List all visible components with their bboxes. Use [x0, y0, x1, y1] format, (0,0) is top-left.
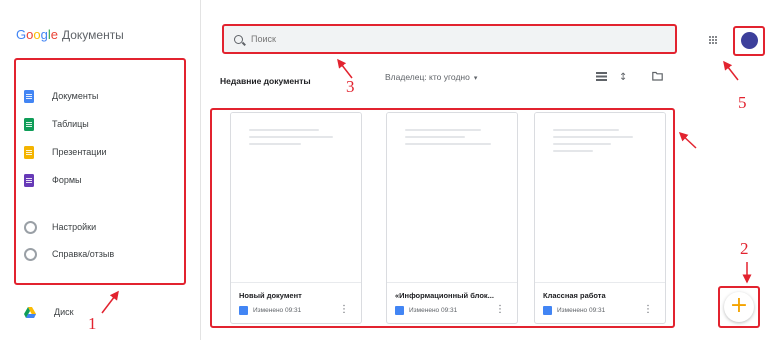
logo-letter: e [50, 27, 58, 42]
documents-grid-highlight-frame [210, 108, 675, 328]
sidebar-item-label: Диск [54, 307, 74, 317]
avatar[interactable] [741, 32, 758, 49]
logo-letter: o [33, 27, 41, 42]
section-title: Недавние документы [220, 76, 311, 86]
list-view-icon[interactable] [596, 71, 607, 81]
fab-highlight-frame: + [718, 286, 760, 328]
owner-filter-label: Владелец: кто угодно [385, 72, 470, 82]
plus-icon: + [729, 293, 749, 318]
annotation-label-search: 3 [346, 77, 355, 96]
annotation-label-fab: 2 [740, 239, 749, 258]
apps-grid-icon[interactable] [709, 36, 718, 45]
search-icon [234, 34, 243, 44]
app-logo[interactable]: Google Документы [16, 27, 124, 42]
folder-icon[interactable] [652, 71, 663, 81]
logo-letter: G [16, 27, 27, 42]
logo-letter: g [40, 27, 48, 42]
avatar-highlight-frame [733, 26, 765, 56]
chevron-down-icon: ▾ [473, 75, 478, 82]
drive-icon [24, 306, 36, 318]
create-document-button[interactable]: + [724, 292, 754, 322]
owner-filter-dropdown[interactable]: Владелец: кто угодно ▾ [385, 72, 477, 82]
annotation-label-sidebar: 1 [88, 314, 97, 333]
sort-icon[interactable]: ↕ [618, 71, 629, 81]
annotation-label-avatar: 5 [738, 93, 747, 112]
sidebar-item-drive[interactable]: Диск [24, 303, 74, 321]
search-input[interactable] [251, 34, 631, 44]
svg-text:↕: ↕ [619, 72, 627, 81]
search-bar[interactable] [222, 24, 677, 54]
sidebar-highlight-frame [14, 58, 186, 285]
product-name: Документы [61, 28, 124, 42]
